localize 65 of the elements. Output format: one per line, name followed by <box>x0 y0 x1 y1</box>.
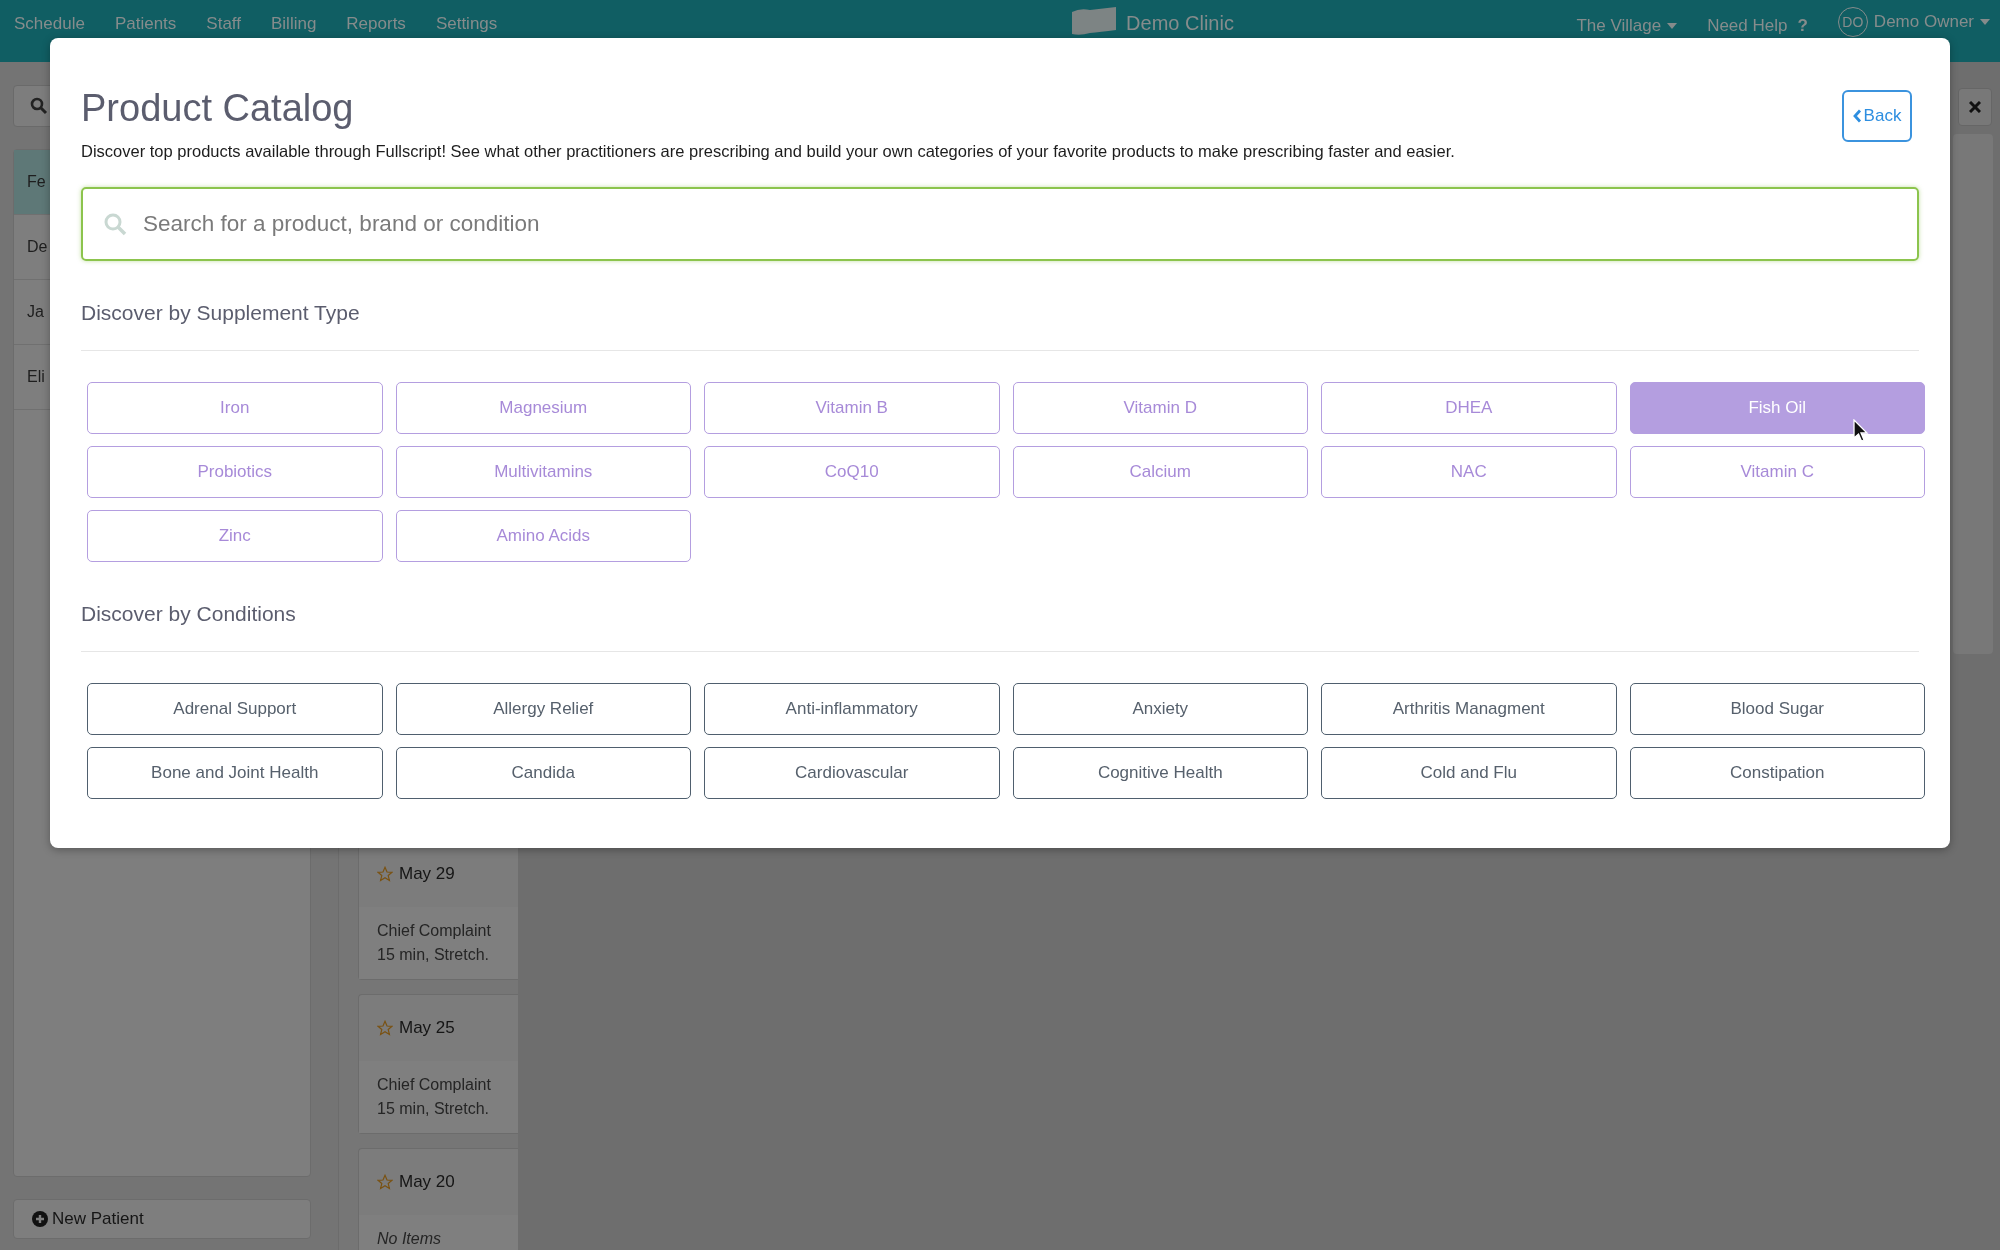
supplement-type-button[interactable]: Iron <box>87 382 383 434</box>
supplement-type-button[interactable]: Magnesium <box>395 382 691 434</box>
supplement-type-button[interactable]: Vitamin B <box>704 382 1000 434</box>
caret-icon <box>1980 19 1990 25</box>
condition-button[interactable]: Anxiety <box>1012 683 1308 735</box>
supplement-type-button[interactable]: Amino Acids <box>395 510 691 562</box>
supplement-type-button[interactable]: DHEA <box>1321 382 1617 434</box>
nav-link[interactable]: Billing <box>271 14 317 34</box>
caret-icon <box>1667 22 1678 29</box>
star-icon[interactable] <box>377 1020 393 1036</box>
visit-note: 15 min, Stretch. <box>377 945 491 965</box>
condition-button[interactable]: Blood Sugar <box>1629 683 1925 735</box>
star-icon[interactable] <box>377 1174 393 1190</box>
nav-link[interactable]: Settings <box>435 14 498 34</box>
visit-note: Chief Complaint <box>377 921 492 941</box>
search-field[interactable]: Search for a product, brand or condition <box>81 187 1919 261</box>
condition-button[interactable]: Cognitive Health <box>1012 747 1308 799</box>
condition-button[interactable]: Anti-inflammatory <box>704 683 1000 735</box>
search-icon <box>30 97 48 115</box>
condition-button[interactable]: Cardiovascular <box>704 747 1000 799</box>
supplement-type-button[interactable]: CoQ10 <box>704 446 1000 498</box>
nav-link[interactable]: Reports <box>346 14 406 34</box>
nav-link[interactable]: Patients <box>114 14 177 34</box>
star-icon[interactable] <box>377 866 393 882</box>
dialog-title: Product Catalog <box>81 86 355 130</box>
condition-button[interactable]: Allergy Relief <box>395 683 691 735</box>
plus-circle-icon <box>32 1211 48 1227</box>
section-heading: Discover by Supplement Type <box>81 301 361 325</box>
visit-note: Chief Complaint <box>377 1075 492 1095</box>
supplement-type-button[interactable]: Probiotics <box>87 446 383 498</box>
back-button[interactable]: Back <box>1842 90 1912 142</box>
supplement-type-button[interactable]: NAC <box>1321 446 1617 498</box>
logo-icon <box>1070 6 1119 36</box>
condition-button[interactable]: Arthritis Managment <box>1321 683 1617 735</box>
visit-date: May 20 <box>399 1172 455 1192</box>
supplement-type-button[interactable]: Zinc <box>87 510 383 562</box>
dialog-description: Discover top products available through Fullscript! See what other practitioners are prescribing and build your own categories of your favorite products to make prescribing faster and easier. <box>81 142 1455 161</box>
visit-date: May 25 <box>399 1018 455 1038</box>
new-patient-button[interactable]: New Patient <box>13 1199 311 1239</box>
nav-link[interactable]: Schedule <box>14 14 85 34</box>
section-heading: Discover by Conditions <box>81 602 297 626</box>
empty-note: No Items <box>377 1229 442 1249</box>
help-link[interactable]: Need Help ? <box>1707 15 1808 36</box>
nav-link[interactable]: Staff <box>206 14 241 34</box>
condition-button[interactable]: Bone and Joint Health <box>87 747 383 799</box>
user-name: Demo Owner <box>1873 12 1974 32</box>
supplement-type-button[interactable]: Vitamin C <box>1629 446 1925 498</box>
condition-button[interactable]: Candida <box>395 747 691 799</box>
visit-note: 15 min, Stretch. <box>377 1099 491 1119</box>
visit-date: May 29 <box>399 864 455 884</box>
mouse-cursor-icon <box>1853 419 1869 443</box>
user-menu[interactable]: DO Demo Owner <box>1837 7 1990 37</box>
search-icon <box>103 212 127 236</box>
close-icon <box>1969 101 1981 113</box>
clinic-name: Demo Clinic <box>1126 12 1234 35</box>
supplement-type-button[interactable]: Calcium <box>1012 446 1308 498</box>
close-button[interactable] <box>1958 88 1992 126</box>
supplement-type-button[interactable]: Vitamin D <box>1012 382 1308 434</box>
supplement-type-button[interactable]: Fish Oil <box>1629 382 1925 434</box>
location-menu[interactable]: The Village <box>1576 15 1678 36</box>
condition-button[interactable]: Adrenal Support <box>87 683 383 735</box>
condition-button[interactable]: Cold and Flu <box>1321 747 1617 799</box>
condition-button[interactable]: Constipation <box>1629 747 1925 799</box>
chevron-left-icon <box>1852 109 1862 123</box>
supplement-type-button[interactable]: Multivitamins <box>395 446 691 498</box>
